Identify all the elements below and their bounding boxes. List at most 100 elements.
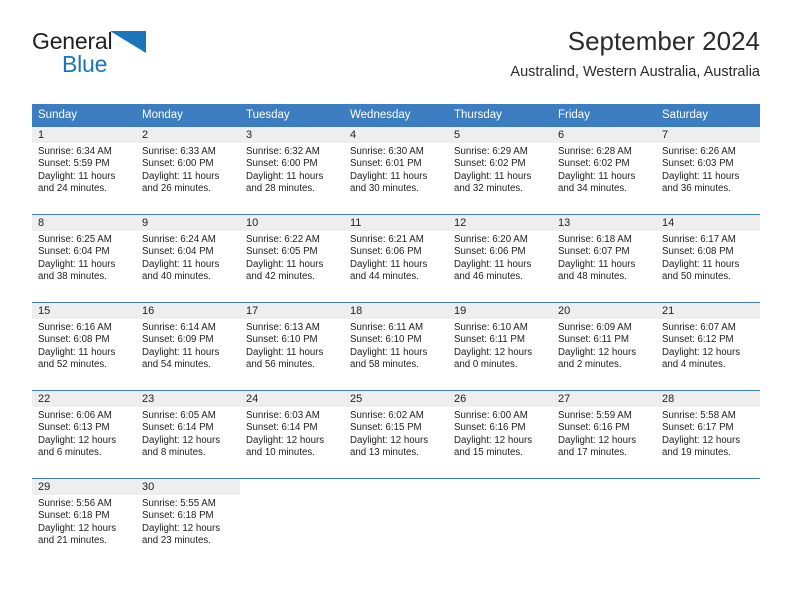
day-number: 27 [552, 391, 656, 407]
calendar-day-cell[interactable]: 15 Sunrise: 6:16 AM Sunset: 6:08 PM Dayligh… [32, 303, 136, 390]
day-details: Sunrise: 6:24 AM Sunset: 6:04 PM Daylight:… [136, 231, 240, 302]
day-number: 10 [240, 215, 344, 231]
calendar-day-cell[interactable]: 7 Sunrise: 6:26 AM Sunset: 6:03 PM Daylight… [656, 127, 760, 214]
calendar-day-cell[interactable]: 3 Sunrise: 6:32 AM Sunset: 6:00 PM Daylight… [240, 127, 344, 214]
calendar-day-cell[interactable]: 29 Sunrise: 5:56 AM Sunset: 6:18 PM Dayligh… [32, 479, 136, 566]
sunset-text: Sunset: 6:02 PM [558, 158, 630, 170]
daylight-text-line1: Daylight: 11 hours [142, 346, 220, 358]
sunset-text: Sunset: 6:10 PM [350, 334, 422, 346]
daylight-text-line1: Daylight: 12 hours [662, 434, 741, 446]
daylight-text-line2: and 24 minutes. [38, 183, 107, 195]
day-number: 2 [136, 127, 240, 143]
calendar-day-cell[interactable]: 23 Sunrise: 6:05 AM Sunset: 6:14 PM Dayligh… [136, 391, 240, 478]
daylight-text-line1: Daylight: 12 hours [558, 434, 637, 446]
calendar-day-cell[interactable]: 19 Sunrise: 6:10 AM Sunset: 6:11 PM Dayligh… [448, 303, 552, 390]
sunrise-text: Sunrise: 6:11 AM [350, 322, 424, 333]
calendar-day-cell[interactable]: 2 Sunrise: 6:33 AM Sunset: 6:00 PM Daylight… [136, 127, 240, 214]
day-number [240, 479, 344, 495]
day-details: Sunrise: 6:22 AM Sunset: 6:05 PM Daylight:… [240, 231, 344, 302]
calendar-day-cell[interactable]: 14 Sunrise: 6:17 AM Sunset: 6:08 PM Dayligh… [656, 215, 760, 302]
calendar-day-cell[interactable]: 26 Sunrise: 6:00 AM Sunset: 6:16 PM Dayligh… [448, 391, 552, 478]
calendar-week-row: 29 Sunrise: 5:56 AM Sunset: 6:18 PM Dayligh… [32, 478, 760, 566]
daylight-text-line1: Daylight: 11 hours [350, 170, 428, 182]
day-number: 8 [32, 215, 136, 231]
weekday-header-wednesday: Wednesday [350, 109, 411, 121]
calendar-day-cell[interactable]: 21 Sunrise: 6:07 AM Sunset: 6:12 PM Dayligh… [656, 303, 760, 390]
daylight-text-line2: and 36 minutes. [662, 183, 731, 195]
daylight-text-line1: Daylight: 11 hours [38, 170, 116, 182]
day-number: 21 [656, 303, 760, 319]
sunset-text: Sunset: 6:13 PM [38, 422, 110, 434]
day-number: 5 [448, 127, 552, 143]
calendar-day-cell[interactable]: 8 Sunrise: 6:25 AM Sunset: 6:04 PM Daylight… [32, 215, 136, 302]
daylight-text-line2: and 26 minutes. [142, 183, 211, 195]
calendar-day-cell-empty [344, 479, 448, 566]
calendar-day-cell[interactable]: 16 Sunrise: 6:14 AM Sunset: 6:09 PM Dayligh… [136, 303, 240, 390]
daylight-text-line1: Daylight: 12 hours [454, 346, 533, 358]
sunset-text: Sunset: 6:08 PM [38, 334, 110, 346]
calendar-day-cell[interactable]: 6 Sunrise: 6:28 AM Sunset: 6:02 PM Daylight… [552, 127, 656, 214]
day-details: Sunrise: 6:25 AM Sunset: 6:04 PM Daylight:… [32, 231, 136, 302]
daylight-text-line1: Daylight: 11 hours [350, 346, 428, 358]
calendar-day-cell[interactable]: 28 Sunrise: 5:58 AM Sunset: 6:17 PM Dayligh… [656, 391, 760, 478]
calendar-day-cell[interactable]: 11 Sunrise: 6:21 AM Sunset: 6:06 PM Dayligh… [344, 215, 448, 302]
sunset-text: Sunset: 6:14 PM [246, 422, 318, 434]
calendar-day-cell[interactable]: 25 Sunrise: 6:02 AM Sunset: 6:15 PM Dayligh… [344, 391, 448, 478]
daylight-text-line2: and 42 minutes. [246, 271, 315, 283]
sunset-text: Sunset: 6:02 PM [454, 158, 526, 170]
sunrise-text: Sunrise: 6:07 AM [662, 322, 736, 333]
calendar-day-cell[interactable]: 1 Sunrise: 6:34 AM Sunset: 5:59 PM Daylight… [32, 127, 136, 214]
day-number: 17 [240, 303, 344, 319]
daylight-text-line1: Daylight: 11 hours [142, 170, 220, 182]
sunrise-text: Sunrise: 6:25 AM [38, 234, 112, 245]
daylight-text-line1: Daylight: 11 hours [246, 258, 324, 270]
sunrise-text: Sunrise: 5:56 AM [38, 498, 112, 509]
day-number: 4 [344, 127, 448, 143]
day-details [552, 495, 656, 566]
daylight-text-line2: and 13 minutes. [350, 447, 419, 459]
calendar-day-cell[interactable]: 4 Sunrise: 6:30 AM Sunset: 6:01 PM Daylight… [344, 127, 448, 214]
daylight-text-line1: Daylight: 11 hours [350, 258, 428, 270]
sunrise-text: Sunrise: 6:26 AM [662, 146, 736, 157]
calendar-day-cell[interactable]: 17 Sunrise: 6:13 AM Sunset: 6:10 PM Dayligh… [240, 303, 344, 390]
day-details: Sunrise: 6:32 AM Sunset: 6:00 PM Daylight:… [240, 143, 344, 214]
daylight-text-line2: and 0 minutes. [454, 359, 518, 371]
daylight-text-line1: Daylight: 12 hours [38, 522, 117, 534]
calendar-day-cell[interactable]: 24 Sunrise: 6:03 AM Sunset: 6:14 PM Dayligh… [240, 391, 344, 478]
daylight-text-line2: and 54 minutes. [142, 359, 211, 371]
calendar-day-cell[interactable]: 20 Sunrise: 6:09 AM Sunset: 6:11 PM Dayligh… [552, 303, 656, 390]
calendar-day-cell[interactable]: 30 Sunrise: 5:55 AM Sunset: 6:18 PM Dayligh… [136, 479, 240, 566]
calendar-day-cell[interactable]: 10 Sunrise: 6:22 AM Sunset: 6:05 PM Dayligh… [240, 215, 344, 302]
daylight-text-line2: and 15 minutes. [454, 447, 523, 459]
day-number: 13 [552, 215, 656, 231]
day-details: Sunrise: 6:09 AM Sunset: 6:11 PM Daylight:… [552, 319, 656, 390]
sunrise-text: Sunrise: 6:14 AM [142, 322, 216, 333]
daylight-text-line2: and 46 minutes. [454, 271, 523, 283]
day-details: Sunrise: 5:55 AM Sunset: 6:18 PM Daylight:… [136, 495, 240, 566]
sunset-text: Sunset: 6:10 PM [246, 334, 318, 346]
calendar-day-cell[interactable]: 27 Sunrise: 5:59 AM Sunset: 6:16 PM Dayligh… [552, 391, 656, 478]
calendar-week-row: 1 Sunrise: 6:34 AM Sunset: 5:59 PM Daylight… [32, 127, 760, 214]
daylight-text-line2: and 32 minutes. [454, 183, 523, 195]
sunset-text: Sunset: 6:17 PM [662, 422, 734, 434]
sunset-text: Sunset: 6:12 PM [662, 334, 734, 346]
daylight-text-line2: and 38 minutes. [38, 271, 107, 283]
calendar-day-cell[interactable]: 9 Sunrise: 6:24 AM Sunset: 6:04 PM Daylight… [136, 215, 240, 302]
calendar-day-cell[interactable]: 5 Sunrise: 6:29 AM Sunset: 6:02 PM Daylight… [448, 127, 552, 214]
calendar-day-cell[interactable]: 18 Sunrise: 6:11 AM Sunset: 6:10 PM Dayligh… [344, 303, 448, 390]
day-number: 7 [656, 127, 760, 143]
daylight-text-line1: Daylight: 12 hours [662, 346, 741, 358]
sunset-text: Sunset: 6:08 PM [662, 246, 734, 258]
day-details: Sunrise: 6:30 AM Sunset: 6:01 PM Daylight:… [344, 143, 448, 214]
daylight-text-line2: and 2 minutes. [558, 359, 622, 371]
sunrise-text: Sunrise: 6:13 AM [246, 322, 320, 333]
weekday-header-sunday: Sunday [38, 109, 78, 121]
sunset-text: Sunset: 6:16 PM [558, 422, 630, 434]
daylight-text-line2: and 19 minutes. [662, 447, 731, 459]
day-details: Sunrise: 6:16 AM Sunset: 6:08 PM Daylight:… [32, 319, 136, 390]
daylight-text-line2: and 56 minutes. [246, 359, 315, 371]
sunset-text: Sunset: 6:16 PM [454, 422, 526, 434]
calendar-day-cell[interactable]: 22 Sunrise: 6:06 AM Sunset: 6:13 PM Dayligh… [32, 391, 136, 478]
calendar-day-cell[interactable]: 12 Sunrise: 6:20 AM Sunset: 6:06 PM Dayligh… [448, 215, 552, 302]
calendar-day-cell[interactable]: 13 Sunrise: 6:18 AM Sunset: 6:07 PM Dayligh… [552, 215, 656, 302]
